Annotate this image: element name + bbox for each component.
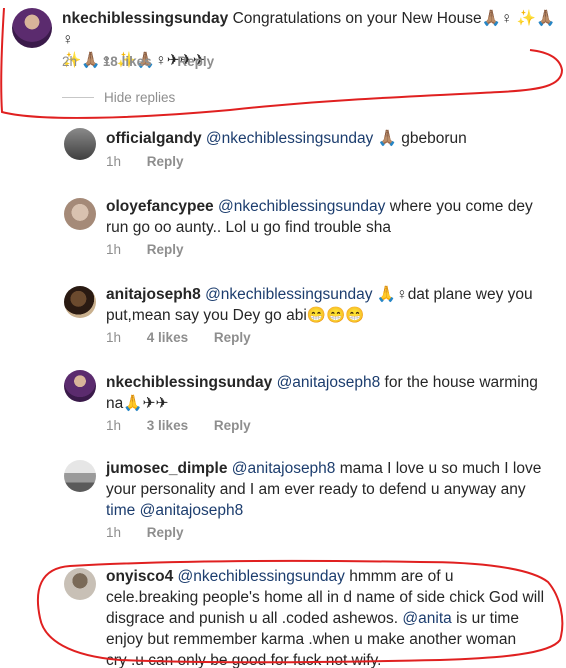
reply-button[interactable]: Reply — [214, 330, 251, 345]
reply-text-line2: your personality and I am ever ready to … — [106, 481, 526, 498]
avatar[interactable] — [64, 198, 96, 230]
hide-replies-toggle[interactable]: Hide replies — [62, 90, 175, 105]
reply-button[interactable]: Reply — [177, 54, 214, 69]
reply-username[interactable]: anitajoseph8 — [106, 286, 201, 303]
reply-button[interactable]: Reply — [214, 418, 251, 433]
reply-username[interactable]: onyisco4 — [106, 568, 173, 585]
reply-text-line3: disgrace and punish u all .coded ashewos… — [106, 610, 399, 627]
reply-mention[interactable]: @anitajoseph8 — [277, 374, 381, 391]
reply-text-line2: run go oo aunty.. Lol u go find trouble … — [106, 219, 391, 236]
comment-username[interactable]: nkechiblessingsunday — [62, 10, 228, 27]
reply-username[interactable]: oloyefancypee — [106, 198, 214, 215]
reply-button[interactable]: Reply — [147, 154, 184, 169]
reply-button[interactable]: Reply — [147, 242, 184, 257]
reply-text-line2: na🙏✈✈ — [106, 395, 169, 412]
hide-replies-label[interactable]: Hide replies — [104, 90, 175, 105]
reply-text: 🙏♀dat plane wey you — [376, 286, 533, 303]
reply-mention[interactable]: time @anitajoseph8 — [106, 502, 243, 519]
reply-mention[interactable]: @anitajoseph8 — [232, 460, 336, 477]
avatar[interactable] — [12, 8, 52, 48]
reply-mention[interactable]: @nkechiblessingsunday — [205, 286, 372, 303]
reply-text: for the house warming — [384, 374, 538, 391]
reply-username[interactable]: nkechiblessingsunday — [106, 374, 272, 391]
avatar[interactable] — [64, 460, 96, 492]
reply-text-line2: cele.breaking people's home all in d nam… — [106, 589, 545, 606]
reply-text-line5: cry .u can only be good for fuck not wif… — [106, 652, 382, 668]
reply-time: 1h — [106, 525, 122, 540]
reply-time: 1h — [106, 418, 122, 433]
reply-mention[interactable]: @nkechiblessingsunday — [178, 568, 345, 585]
reply-text: 🙏🏽 gbeborun — [377, 130, 467, 147]
reply-username[interactable]: officialgandy — [106, 130, 202, 147]
reply-mention[interactable]: @nkechiblessingsunday — [206, 130, 373, 147]
reply-likes[interactable]: 3 likes — [147, 418, 188, 433]
comment-likes[interactable]: 18 likes — [103, 54, 152, 69]
reply-mention[interactable]: @anita — [402, 610, 451, 627]
reply-text: mama I love u so much I love — [339, 460, 542, 477]
reply-meta: 1h 3 likes Reply — [106, 418, 273, 433]
reply-likes[interactable]: 4 likes — [147, 330, 188, 345]
comment-time: 2h — [62, 54, 78, 69]
avatar[interactable] — [64, 128, 96, 160]
avatar[interactable] — [64, 370, 96, 402]
reply-time: 1h — [106, 242, 122, 257]
reply-mention[interactable]: @nkechiblessingsunday — [218, 198, 385, 215]
hide-replies-divider — [62, 97, 94, 98]
reply-meta: 1h Reply — [106, 525, 206, 540]
reply-text: where you come dey — [389, 198, 533, 215]
reply-meta: 1h 4 likes Reply — [106, 330, 273, 345]
reply-text-line2: put,mean say you Dey go abi😁😁😁 — [106, 307, 365, 324]
reply-username[interactable]: jumosec_dimple — [106, 460, 227, 477]
reply-text-line4: enjoy but remmember karma .when u make a… — [106, 631, 517, 648]
comment-meta: 2h 18 likes Reply — [62, 54, 236, 69]
reply-text-line3-tail: is ur time — [451, 610, 519, 627]
avatar[interactable] — [64, 286, 96, 318]
reply-button[interactable]: Reply — [147, 525, 184, 540]
avatar[interactable] — [64, 568, 96, 600]
reply-time: 1h — [106, 330, 122, 345]
reply-text: hmmm are of u — [349, 568, 454, 585]
reply-meta: 1h Reply — [106, 154, 206, 169]
reply-time: 1h — [106, 154, 122, 169]
reply-meta: 1h Reply — [106, 242, 206, 257]
